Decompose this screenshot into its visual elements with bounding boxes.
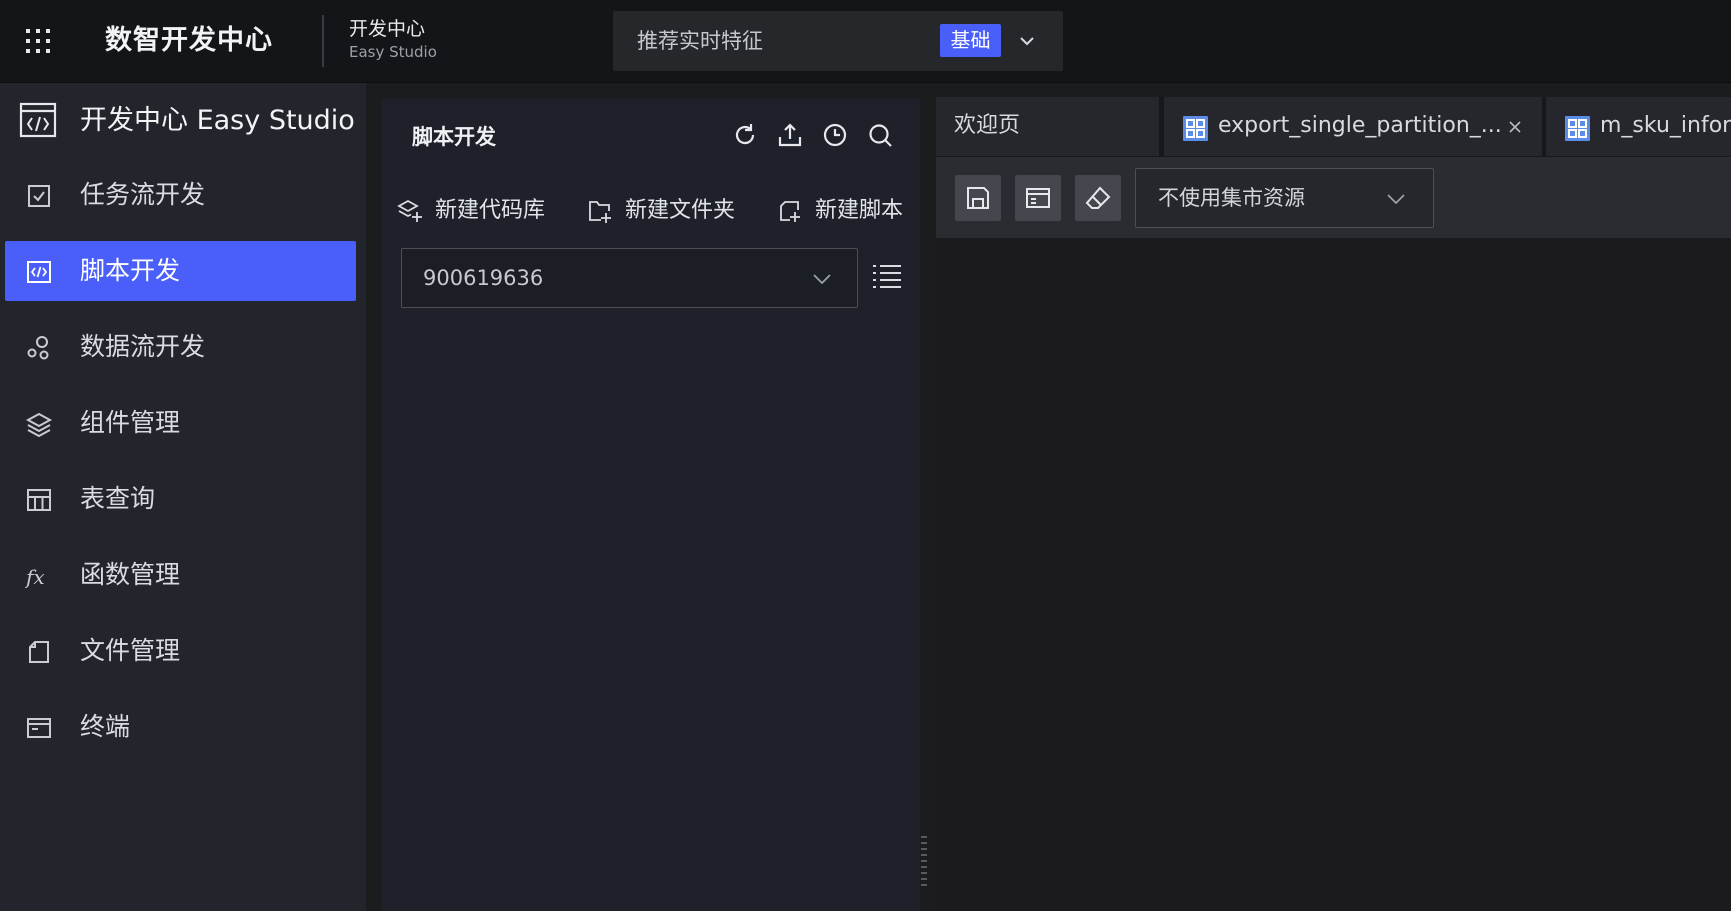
editor-toolbar: 不使用集市资源 bbox=[936, 157, 1731, 238]
refresh-icon[interactable] bbox=[731, 121, 759, 149]
new-folder-label: 新建文件夹 bbox=[625, 198, 736, 223]
history-icon[interactable] bbox=[821, 121, 849, 149]
tab-label: m_sku_inform bbox=[1600, 113, 1731, 138]
upload-icon[interactable] bbox=[776, 121, 804, 149]
sidebar-item-terminal[interactable]: 终端 bbox=[5, 697, 356, 757]
terminal-icon bbox=[27, 718, 51, 738]
tab-m-sku-inform[interactable]: m_sku_inform bbox=[1546, 97, 1731, 156]
function-icon: fx bbox=[25, 565, 45, 589]
top-divider bbox=[322, 15, 324, 67]
save-button[interactable] bbox=[955, 175, 1001, 221]
new-repo-icon bbox=[397, 199, 422, 222]
repository-select[interactable]: 900619636 bbox=[401, 248, 858, 308]
sidebar-item-functions[interactable]: fx 函数管理 bbox=[5, 545, 356, 605]
panel-title: 脚本开发 bbox=[412, 125, 496, 149]
panel-resize-handle[interactable] bbox=[920, 835, 928, 895]
project-type-badge: 基础 bbox=[940, 24, 1001, 57]
code-icon bbox=[27, 261, 51, 283]
editor-area[interactable] bbox=[936, 238, 1731, 911]
sidebar-item-data-flow[interactable]: 数据流开发 bbox=[5, 317, 356, 377]
new-repo-button[interactable]: 新建代码库 bbox=[397, 195, 557, 227]
studio-logo-icon bbox=[19, 102, 57, 138]
table-icon bbox=[27, 489, 51, 511]
repository-value: 900619636 bbox=[423, 266, 544, 290]
sidebar: 开发中心 Easy Studio 任务流开发 脚本开发 数据流开发 组件管理 表… bbox=[0, 83, 366, 911]
sidebar-item-label: 函数管理 bbox=[80, 560, 181, 589]
new-script-label: 新建脚本 bbox=[815, 198, 904, 223]
new-folder-button[interactable]: 新建文件夹 bbox=[587, 195, 747, 227]
script-grid-icon bbox=[1565, 116, 1590, 141]
sidebar-item-label: 脚本开发 bbox=[80, 256, 181, 285]
sidebar-item-label: 表查询 bbox=[80, 484, 156, 513]
apps-grid-icon[interactable] bbox=[24, 27, 52, 55]
search-icon[interactable] bbox=[866, 121, 894, 149]
dataflow-icon bbox=[27, 336, 49, 360]
project-selector[interactable]: 推荐实时特征 基础 bbox=[613, 11, 1063, 71]
sidebar-item-label: 终端 bbox=[80, 712, 131, 741]
file-icon bbox=[29, 641, 49, 663]
window-button[interactable] bbox=[1015, 175, 1061, 221]
new-script-icon bbox=[780, 201, 800, 222]
module-title: 开发中心 bbox=[349, 18, 426, 40]
new-script-button[interactable]: 新建脚本 bbox=[777, 195, 917, 227]
module-subtitle: Easy Studio bbox=[349, 43, 437, 61]
tab-export-single-partition[interactable]: export_single_partition_... bbox=[1164, 97, 1542, 156]
chevron-down-icon[interactable] bbox=[1017, 31, 1037, 51]
sidebar-item-label: 数据流开发 bbox=[80, 332, 206, 361]
eraser-icon bbox=[1085, 186, 1111, 209]
tab-label: 欢迎页 bbox=[954, 113, 1021, 138]
tab-welcome[interactable]: 欢迎页 bbox=[936, 97, 1159, 156]
editor-tabs-bar: 欢迎页 export_single_partition_... m_sku_in… bbox=[936, 97, 1731, 157]
script-grid-icon bbox=[1183, 116, 1208, 141]
sidebar-item-components[interactable]: 组件管理 bbox=[5, 393, 356, 453]
sidebar-item-table-query[interactable]: 表查询 bbox=[5, 469, 356, 529]
sidebar-item-task-flow[interactable]: 任务流开发 bbox=[5, 165, 356, 225]
sidebar-item-label: 任务流开发 bbox=[80, 180, 206, 209]
app-title: 数智开发中心 bbox=[105, 25, 273, 56]
resource-select[interactable]: 不使用集市资源 bbox=[1135, 168, 1434, 228]
new-repo-label: 新建代码库 bbox=[435, 198, 546, 223]
layers-icon bbox=[25, 412, 53, 438]
top-bar: 数智开发中心 开发中心 Easy Studio 推荐实时特征 基础 bbox=[0, 0, 1731, 83]
sidebar-item-script-dev[interactable]: 脚本开发 bbox=[5, 241, 356, 301]
save-icon bbox=[967, 187, 989, 209]
sidebar-item-files[interactable]: 文件管理 bbox=[5, 621, 356, 681]
sidebar-title: 开发中心 Easy Studio bbox=[80, 105, 355, 136]
window-icon bbox=[1026, 188, 1050, 208]
sidebar-item-label: 组件管理 bbox=[80, 408, 181, 437]
resource-value: 不使用集市资源 bbox=[1158, 186, 1305, 210]
chevron-down-icon[interactable] bbox=[1384, 187, 1408, 211]
script-explorer-panel: 脚本开发 新建代码库 新建文件夹 新建脚本 900619636 bbox=[382, 99, 920, 911]
sidebar-item-label: 文件管理 bbox=[80, 636, 181, 665]
tab-label: export_single_partition_... bbox=[1218, 113, 1502, 138]
chevron-down-icon[interactable] bbox=[810, 267, 834, 291]
clear-button[interactable] bbox=[1075, 175, 1121, 221]
new-folder-icon bbox=[589, 201, 611, 223]
list-menu-icon[interactable] bbox=[870, 260, 904, 294]
checkbox-icon bbox=[28, 185, 50, 207]
close-icon[interactable] bbox=[1508, 120, 1522, 134]
svg-text:fx: fx bbox=[25, 565, 45, 589]
sidebar-header: 开发中心 Easy Studio bbox=[0, 83, 366, 157]
project-name: 推荐实时特征 bbox=[637, 29, 763, 53]
